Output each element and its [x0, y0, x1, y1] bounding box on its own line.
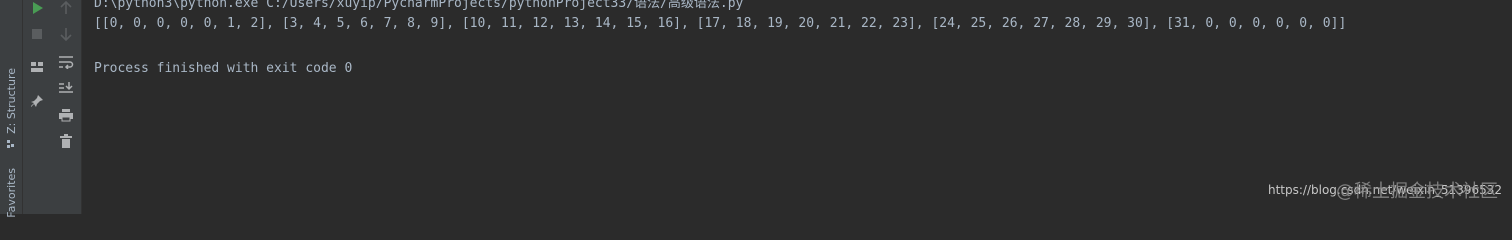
stop-button[interactable] [27, 24, 47, 44]
run-icon [33, 2, 43, 14]
soft-wrap-button[interactable] [56, 52, 76, 72]
favorites-tab[interactable]: Favorites [0, 168, 22, 218]
rerun-button[interactable] [27, 0, 47, 18]
stop-icon [32, 29, 42, 39]
up-button[interactable] [56, 0, 76, 18]
scroll-to-end-button[interactable] [56, 78, 76, 98]
exit-message: Process finished with exit code 0 [94, 61, 353, 76]
left-tool-strip: Z: Structure Favorites [0, 0, 23, 218]
clear-button[interactable] [56, 131, 76, 151]
arrow-up-icon [60, 1, 72, 14]
print-button[interactable] [56, 105, 76, 125]
watermark-site: @稀土掘金技术社区 [1336, 181, 1498, 202]
run-console[interactable]: D:\python3\python.exe C:/Users/xuyip/Pyc… [82, 0, 1512, 214]
structure-tab[interactable]: Z: Structure [0, 68, 22, 150]
pin-icon [31, 95, 43, 107]
run-toolbar [23, 0, 82, 214]
down-button[interactable] [56, 24, 76, 44]
trash-icon [60, 134, 72, 148]
print-icon [59, 109, 73, 122]
watermark: @稀土掘金技术社区 https://blog.csdn.net/weixin_5… [1268, 181, 1502, 202]
program-output: [[0, 0, 0, 0, 0, 1, 2], [3, 4, 5, 6, 7, … [94, 16, 1347, 31]
scroll-to-end-icon [59, 82, 73, 93]
layout-button[interactable] [27, 57, 47, 77]
favorites-tab-label: Favorites [4, 168, 18, 218]
soft-wrap-icon [59, 56, 74, 69]
command-line: D:\python3\python.exe C:/Users/xuyip/Pyc… [94, 0, 744, 11]
layout-icon [31, 62, 43, 72]
structure-icon [7, 139, 14, 148]
pin-button[interactable] [27, 91, 47, 111]
structure-tab-label: Z: Structure [4, 68, 18, 134]
arrow-down-icon [60, 28, 72, 41]
